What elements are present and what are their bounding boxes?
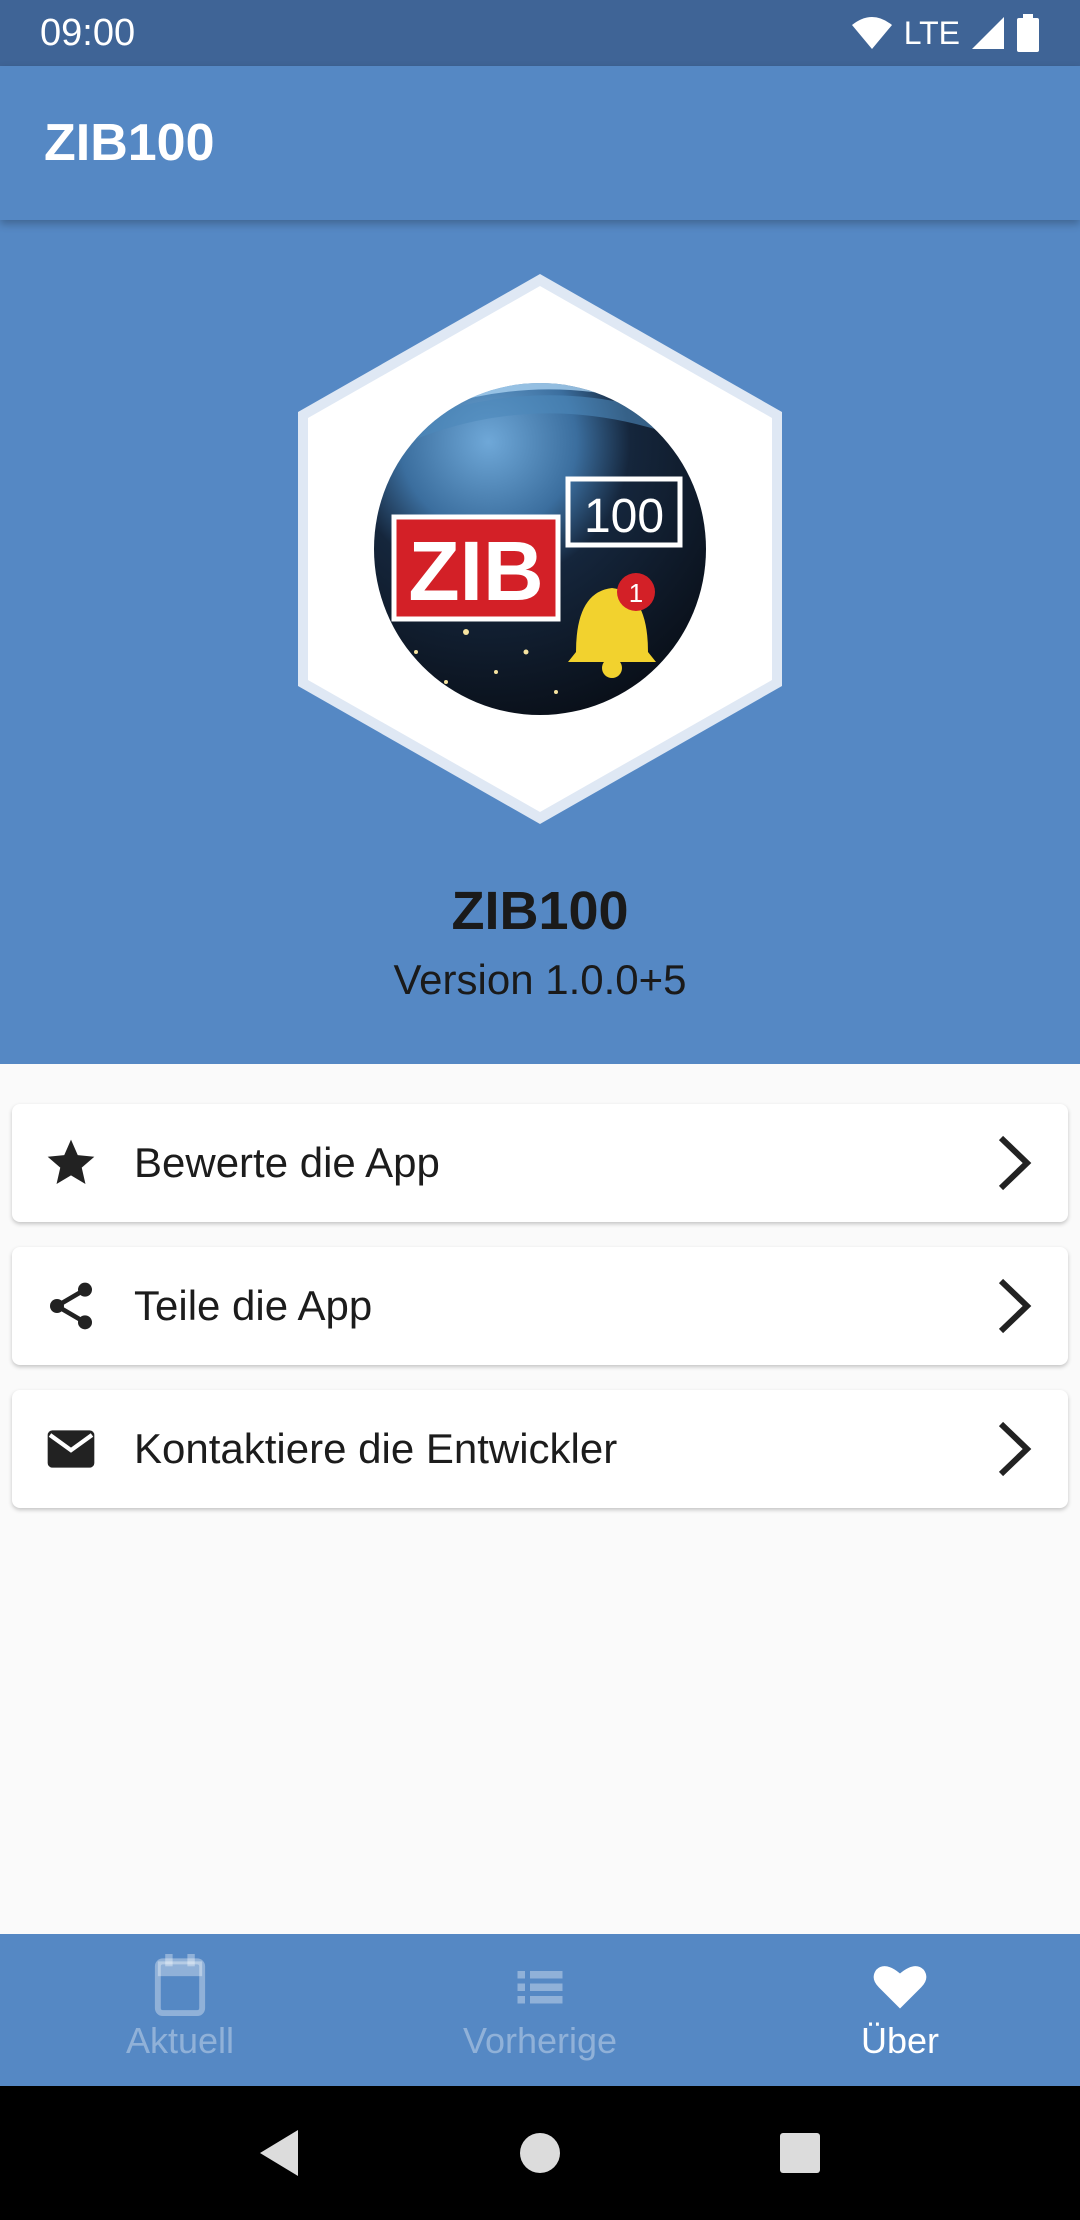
star-icon [12, 1135, 122, 1191]
network-type: LTE [903, 14, 960, 51]
heart-icon [870, 1958, 930, 2018]
system-navigation-bar [0, 2086, 1080, 2220]
nav-tab-ueber[interactable]: Über [720, 1934, 1080, 2086]
wifi-icon [850, 15, 894, 51]
share-app-label: Teile die App [134, 1282, 373, 1329]
logo-100-text: 100 [584, 490, 664, 543]
status-time: 09:00 [40, 11, 136, 54]
app-logo: ZIB 100 1 [296, 272, 784, 826]
chevron-right-icon [958, 1420, 1068, 1478]
app-version: Version 1.0.0+5 [393, 956, 687, 1003]
back-button[interactable] [235, 2108, 325, 2198]
logo-zib-text: ZIB [408, 524, 543, 618]
status-icons: LTE [850, 14, 1040, 52]
app-bar: ZIB100 [0, 66, 1080, 220]
contact-developers-label: Kontaktiere die Entwickler [134, 1425, 618, 1472]
nav-label-vorherige: Vorherige [462, 2020, 618, 2061]
chevron-right-icon [958, 1134, 1068, 1192]
status-bar: 09:00 LTE [0, 0, 1080, 66]
share-app-button[interactable]: Teile die App [12, 1247, 1068, 1365]
hero-header: ZIB 100 1 ZIB100 Version 1.0.0+5 [0, 220, 1080, 1064]
battery-icon [1016, 14, 1040, 52]
app-bar-title: ZIB100 [44, 114, 215, 172]
list-icon [510, 1958, 570, 2018]
calendar-icon [150, 1954, 210, 2018]
share-icon [12, 1278, 122, 1334]
home-button[interactable] [495, 2108, 585, 2198]
bottom-navigation: Aktuell Vorherige Über [0, 1934, 1080, 2086]
mail-icon [12, 1421, 122, 1477]
contact-developers-button[interactable]: Kontaktiere die Entwickler [12, 1390, 1068, 1508]
rate-app-button[interactable]: Bewerte die App [12, 1104, 1068, 1222]
logo-notification-count: 1 [629, 578, 643, 608]
nav-label-aktuell: Aktuell [125, 2020, 235, 2061]
rate-app-label: Bewerte die App [134, 1139, 440, 1186]
nav-tab-aktuell[interactable]: Aktuell [0, 1934, 360, 2086]
chevron-right-icon [958, 1277, 1068, 1335]
about-screen: 09:00 LTE ZIB100 ZIB 100 1 ZIB100 Versio… [0, 0, 1080, 2220]
nav-label-ueber: Über [860, 2020, 940, 2061]
nav-tab-vorherige[interactable]: Vorherige [360, 1934, 720, 2086]
app-name: ZIB100 [451, 881, 629, 941]
signal-icon [970, 15, 1006, 51]
recents-button[interactable] [755, 2108, 845, 2198]
